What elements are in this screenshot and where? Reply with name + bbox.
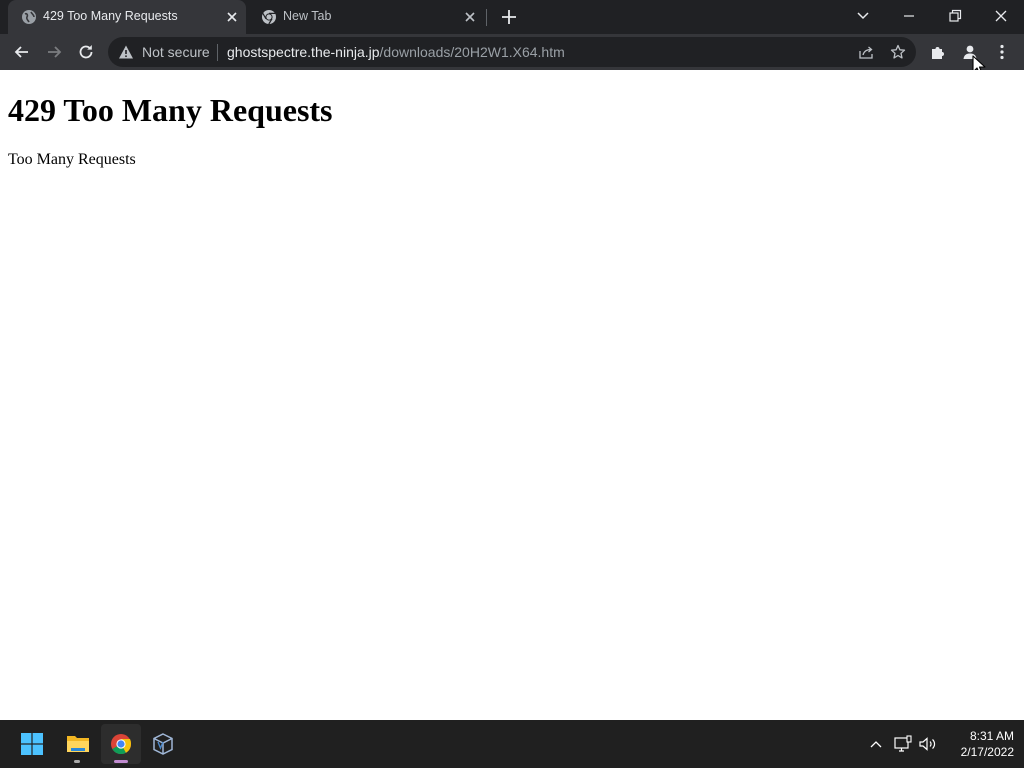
close-icon[interactable] — [462, 9, 478, 25]
virtualbox-icon — [153, 733, 173, 755]
page-heading: 429 Too Many Requests — [8, 92, 333, 128]
tab-title: 429 Too Many Requests — [43, 9, 178, 23]
chrome-icon — [261, 9, 277, 25]
virtualbox-button[interactable] — [143, 724, 183, 764]
globe-icon — [21, 9, 37, 25]
omnibox-divider — [217, 44, 218, 61]
running-indicator — [114, 760, 128, 763]
forward-arrow-icon[interactable] — [44, 42, 64, 62]
tab-separator — [486, 9, 487, 26]
system-clock[interactable]: 8:31 AM 2/17/2022 — [940, 728, 1014, 760]
warning-triangle-icon[interactable] — [118, 44, 134, 60]
url-host: ghostspectre.the-ninja.jp — [227, 44, 380, 60]
minimize-icon[interactable] — [899, 6, 919, 26]
clock-date: 2/17/2022 — [960, 745, 1014, 759]
tab-strip: 429 Too Many Requests New Tab — [0, 0, 1024, 34]
more-menu-kebab-icon[interactable] — [992, 42, 1012, 62]
back-arrow-icon[interactable] — [12, 42, 32, 62]
restore-icon[interactable] — [945, 6, 965, 26]
start-icon — [21, 733, 43, 755]
share-icon[interactable] — [858, 44, 874, 60]
page-content: 429 Too Many Requests Too Many Requests — [0, 70, 1024, 720]
file-explorer-icon — [67, 736, 89, 752]
clock-time: 8:31 AM — [969, 729, 1014, 743]
extensions-puzzle-icon[interactable] — [928, 42, 948, 62]
address-bar[interactable]: Not secure ghostspectre.the-ninja.jp/dow… — [108, 37, 916, 67]
chevron-up-icon[interactable] — [866, 734, 886, 754]
url-text[interactable]: ghostspectre.the-ninja.jp/downloads/20H2… — [227, 44, 565, 60]
window-close-icon[interactable] — [991, 6, 1011, 26]
start-button[interactable] — [12, 724, 52, 764]
reload-icon[interactable] — [76, 42, 96, 62]
file-explorer-button[interactable] — [57, 724, 97, 764]
page-body-text: Too Many Requests — [8, 151, 136, 168]
chrome-icon — [111, 734, 132, 755]
tab-new-tab[interactable]: New Tab — [248, 0, 484, 34]
bookmark-star-icon[interactable] — [890, 44, 906, 60]
tab-active[interactable]: 429 Too Many Requests — [8, 0, 246, 34]
tab-title: New Tab — [283, 9, 332, 23]
network-icon[interactable] — [893, 734, 913, 754]
close-icon[interactable] — [224, 9, 240, 25]
taskbar — [0, 720, 1024, 768]
security-label[interactable]: Not secure — [142, 44, 210, 60]
tab-search-chevron-icon[interactable] — [853, 6, 873, 26]
browser-toolbar: Not secure ghostspectre.the-ninja.jp/dow… — [0, 34, 1024, 70]
new-tab-plus-icon[interactable] — [500, 8, 518, 26]
chrome-taskbar-button[interactable] — [101, 724, 141, 764]
url-path: /downloads/20H2W1.X64.htm — [379, 44, 565, 60]
running-indicator — [74, 760, 80, 763]
volume-icon[interactable] — [918, 734, 938, 754]
